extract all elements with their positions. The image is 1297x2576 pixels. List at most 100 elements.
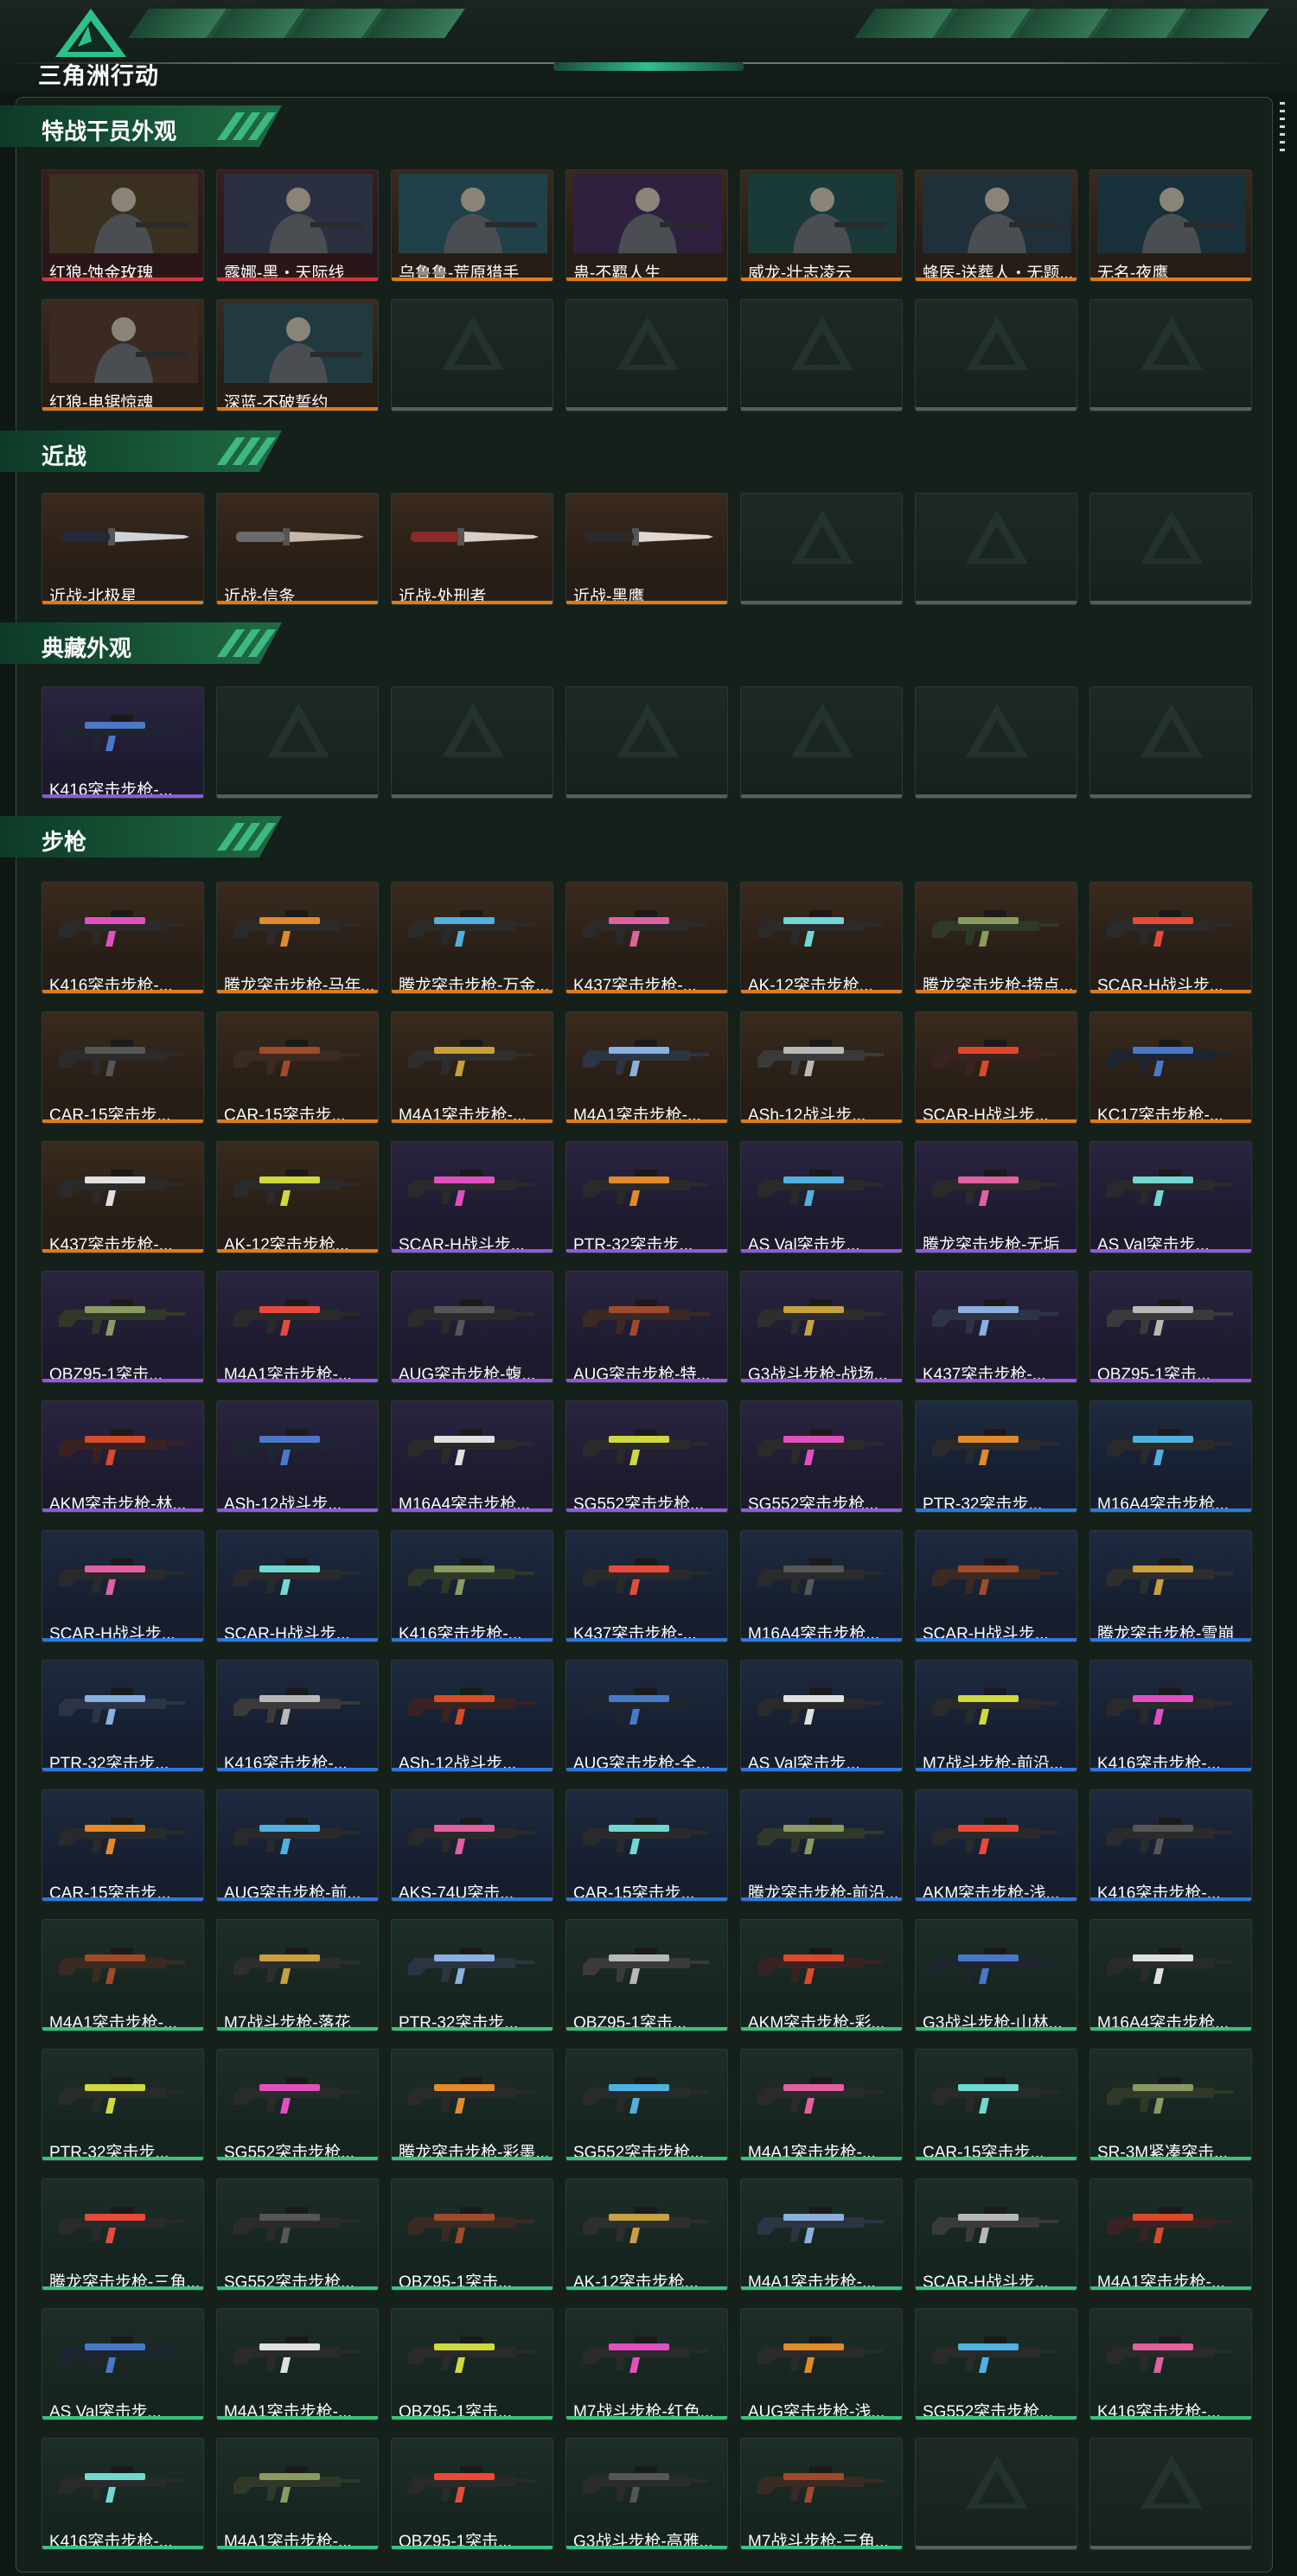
skin-card[interactable]: AKM突击步枪-彩... — [740, 1919, 903, 2031]
skin-card[interactable]: 乌鲁鲁-荒原猎手 — [391, 169, 553, 282]
skin-card[interactable]: SG552突击步枪... — [565, 2049, 728, 2161]
scroll-indicator[interactable] — [1280, 102, 1285, 154]
skin-card[interactable]: AKM突击步枪-林... — [42, 1400, 204, 1513]
skin-card[interactable]: AS Val突击步... — [42, 2308, 204, 2420]
skin-card[interactable]: ASh-12战斗步... — [216, 1400, 379, 1513]
skin-card[interactable]: SCAR-H战斗步... — [42, 1530, 204, 1642]
skin-card[interactable]: 腾龙突击步枪-无垢 — [915, 1141, 1077, 1253]
skin-card[interactable]: SCAR-H战斗步... — [915, 1530, 1077, 1642]
skin-card[interactable]: ASh-12战斗步... — [740, 1011, 903, 1124]
skin-card[interactable]: CAR-15突击步... — [565, 1789, 728, 1902]
skin-card[interactable]: SR-3M紧凑突击... — [1089, 2049, 1252, 2161]
skin-card[interactable]: M4A1突击步枪-... — [740, 2049, 903, 2161]
skin-card[interactable]: 近战-信条 — [216, 493, 379, 605]
skin-card[interactable]: AUG突击步枪-特... — [565, 1271, 728, 1383]
skin-card[interactable]: K416突击步枪-... — [1089, 1789, 1252, 1902]
skin-card[interactable]: M7战斗步枪-前沿... — [915, 1660, 1077, 1772]
skin-card[interactable]: G3战斗步枪-高雅... — [565, 2438, 728, 2550]
skin-card[interactable]: 红狼-蚀金玫瑰 — [42, 169, 204, 282]
skin-card[interactable]: 威龙-壮志凌云 — [740, 169, 903, 282]
skin-card[interactable]: M4A1突击步枪-... — [216, 2308, 379, 2420]
skin-card[interactable]: AS Val突击步... — [740, 1141, 903, 1253]
skin-card[interactable]: 腾龙突击步枪-马年... — [216, 882, 379, 994]
skin-card[interactable]: K437突击步枪-... — [565, 1530, 728, 1642]
skin-card[interactable]: SCAR-H战斗步... — [216, 1530, 379, 1642]
skin-card[interactable]: QBZ95-1突击... — [391, 2308, 553, 2420]
skin-card[interactable]: AUG突击步枪-全... — [565, 1660, 728, 1772]
skin-card[interactable]: CAR-15突击步... — [915, 2049, 1077, 2161]
skin-card[interactable]: SG552突击步枪... — [565, 1400, 728, 1513]
skin-card[interactable]: SCAR-H战斗步... — [391, 1141, 553, 1253]
skin-card[interactable]: M4A1突击步枪-... — [391, 1011, 553, 1124]
skin-card[interactable]: M7战斗步枪-红色... — [565, 2308, 728, 2420]
skin-card[interactable]: M4A1突击步枪-... — [216, 1271, 379, 1383]
skin-card[interactable]: 红狼-电锯惊魂 — [42, 299, 204, 411]
skin-card[interactable]: AS Val突击步... — [740, 1660, 903, 1772]
skin-card[interactable]: SG552突击步枪... — [216, 2049, 379, 2161]
skin-card[interactable]: AKS-74U突击... — [391, 1789, 553, 1902]
skin-card[interactable]: 腾龙突击步枪-捞点... — [915, 882, 1077, 994]
skin-card[interactable]: QBZ95-1突击... — [565, 1919, 728, 2031]
skin-card[interactable]: M4A1突击步枪-... — [740, 2178, 903, 2291]
skin-card[interactable]: K416突击步枪-... — [1089, 2308, 1252, 2420]
skin-card[interactable]: AKM突击步枪-浅... — [915, 1789, 1077, 1902]
skin-card[interactable]: AK-12突击步枪... — [740, 882, 903, 994]
skin-card[interactable]: K416突击步枪-... — [1089, 1660, 1252, 1772]
skin-card[interactable]: K416突击步枪-... — [42, 2438, 204, 2550]
skin-card[interactable]: 腾龙突击步枪-雪崩 — [1089, 1530, 1252, 1642]
skin-card[interactable]: G3战斗步枪-战场... — [740, 1271, 903, 1383]
skin-card[interactable]: QBZ95-1突击... — [42, 1271, 204, 1383]
skin-card[interactable]: AUG突击步枪-蝮... — [391, 1271, 553, 1383]
skin-card[interactable]: SG552突击步枪... — [915, 2308, 1077, 2420]
skin-card[interactable]: AUG突击步枪-前... — [216, 1789, 379, 1902]
skin-card[interactable]: K437突击步枪-... — [915, 1271, 1077, 1383]
skin-card[interactable]: K416突击步枪-... — [42, 882, 204, 994]
skin-card[interactable]: M7战斗步枪-落花 — [216, 1919, 379, 2031]
skin-card[interactable]: M4A1突击步枪-... — [42, 1919, 204, 2031]
skin-card[interactable]: 蛊-不羁人生 — [565, 169, 728, 282]
skin-card[interactable]: 腾龙突击步枪-彩墨... — [391, 2049, 553, 2161]
skin-card[interactable]: QBZ95-1突击... — [391, 2178, 553, 2291]
skin-card[interactable]: CAR-15突击步... — [42, 1011, 204, 1124]
skin-card[interactable]: CAR-15突击步... — [42, 1789, 204, 1902]
skin-card[interactable]: QBZ95-1突击... — [1089, 1271, 1252, 1383]
skin-card[interactable]: M16A4突击步枪... — [391, 1400, 553, 1513]
skin-card[interactable]: K416突击步枪-... — [216, 1660, 379, 1772]
skin-card[interactable]: KC17突击步枪-... — [1089, 1011, 1252, 1124]
skin-card[interactable]: 深蓝-不破誓约 — [216, 299, 379, 411]
skin-card[interactable]: 无名-夜鹰 — [1089, 169, 1252, 282]
skin-card[interactable]: AK-12突击步枪... — [565, 2178, 728, 2291]
skin-card[interactable]: M16A4突击步枪... — [740, 1530, 903, 1642]
skin-card[interactable]: PTR-32突击步... — [42, 2049, 204, 2161]
skin-card[interactable]: CAR-15突击步... — [216, 1011, 379, 1124]
skin-card[interactable]: SCAR-H战斗步... — [1089, 882, 1252, 994]
skin-card[interactable]: PTR-32突击步... — [391, 1919, 553, 2031]
skin-card[interactable]: M4A1突击步枪-... — [216, 2438, 379, 2550]
skin-card[interactable]: SG552突击步枪... — [740, 1400, 903, 1513]
skin-card[interactable]: 近战-北极星 — [42, 493, 204, 605]
skin-card[interactable]: M16A4突击步枪... — [1089, 1919, 1252, 2031]
skin-card[interactable]: M4A1突击步枪-... — [565, 1011, 728, 1124]
skin-card[interactable]: PTR-32突击步... — [565, 1141, 728, 1253]
skin-card[interactable]: QBZ95-1突击... — [391, 2438, 553, 2550]
skin-card[interactable]: 露娜-黑・天际线 — [216, 169, 379, 282]
skin-card[interactable]: ASh-12战斗步... — [391, 1660, 553, 1772]
skin-card[interactable]: 近战-处刑者 — [391, 493, 553, 605]
skin-card[interactable]: 近战-黑鹰 — [565, 493, 728, 605]
skin-card[interactable]: AK-12突击步枪... — [216, 1141, 379, 1253]
skin-card[interactable]: M16A4突击步枪... — [1089, 1400, 1252, 1513]
skin-card[interactable]: 腾龙突击步枪-万金... — [391, 882, 553, 994]
skin-card[interactable]: SCAR-H战斗步... — [915, 1011, 1077, 1124]
skin-card[interactable]: AS Val突击步... — [1089, 1141, 1252, 1253]
skin-card[interactable]: M4A1突击步枪-... — [1089, 2178, 1252, 2291]
skin-card[interactable]: K437突击步枪-... — [565, 882, 728, 994]
skin-card[interactable]: PTR-32突击步... — [915, 1400, 1077, 1513]
skin-card[interactable]: PTR-32突击步... — [42, 1660, 204, 1772]
skin-card[interactable]: K416突击步枪-... — [391, 1530, 553, 1642]
skin-card[interactable]: 腾龙突击步枪-三角... — [42, 2178, 204, 2291]
skin-card[interactable]: SCAR-H战斗步... — [915, 2178, 1077, 2291]
skin-card[interactable]: SG552突击步枪... — [216, 2178, 379, 2291]
skin-card[interactable]: K437突击步枪-... — [42, 1141, 204, 1253]
skin-card[interactable]: 蜂医-送葬人・无题... — [915, 169, 1077, 282]
skin-card[interactable]: G3战斗步枪-山林... — [915, 1919, 1077, 2031]
